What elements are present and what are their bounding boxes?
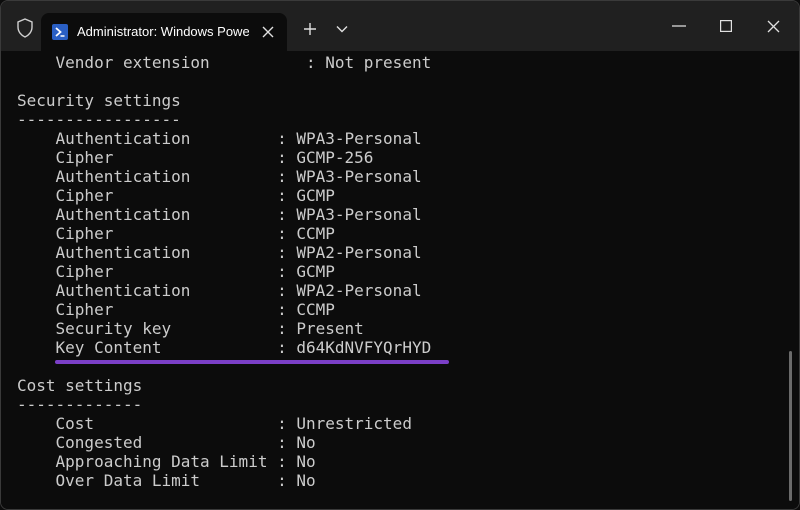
- minimize-icon: [672, 25, 686, 27]
- tab-title: Administrator: Windows PowerShell: [77, 24, 249, 39]
- terminal-line: Authentication : WPA3-Personal: [17, 167, 422, 186]
- terminal-line: Cipher : GCMP: [17, 262, 335, 281]
- scrollbar[interactable]: [789, 351, 792, 501]
- maximize-icon: [720, 20, 732, 32]
- terminal-window: Administrator: Windows PowerShell: [0, 0, 800, 510]
- shield-icon: [15, 18, 35, 38]
- terminal-line: Cost settings: [17, 376, 143, 395]
- terminal-line: Cipher : CCMP: [17, 300, 335, 319]
- terminal-line: Authentication : WPA2-Personal: [17, 243, 422, 262]
- terminal-line: Security key : Present: [17, 319, 364, 338]
- terminal-line: Approaching Data Limit : No: [17, 452, 316, 471]
- terminal-lines: Vendor extension : Not present Security s…: [17, 53, 431, 490]
- terminal-line: -----------------: [17, 110, 181, 129]
- close-icon[interactable]: [259, 23, 277, 41]
- close-icon: [767, 20, 779, 32]
- tab-dropdown-button[interactable]: [331, 18, 353, 40]
- maximize-button[interactable]: [706, 13, 746, 39]
- title-bar: Administrator: Windows PowerShell: [1, 1, 799, 51]
- terminal-line: Cipher : CCMP: [17, 224, 335, 243]
- terminal-line: Congested : No: [17, 433, 316, 452]
- close-button[interactable]: [753, 13, 793, 39]
- new-tab-button[interactable]: [299, 18, 321, 40]
- terminal-line: Authentication : WPA3-Personal: [17, 205, 422, 224]
- terminal-line: Vendor extension : Not present: [17, 53, 432, 72]
- terminal-line: Authentication : WPA2-Personal: [17, 281, 422, 300]
- powershell-icon: [52, 24, 68, 40]
- key-content-underline: [55, 360, 449, 364]
- terminal-line: Cost : Unrestricted: [17, 414, 412, 433]
- terminal-line: Cipher : GCMP: [17, 186, 335, 205]
- chevron-down-icon: [336, 26, 348, 33]
- terminal-line: Security settings: [17, 91, 181, 110]
- terminal-output[interactable]: Vendor extension : Not present Security s…: [1, 51, 799, 509]
- terminal-line: Over Data Limit : No: [17, 471, 316, 490]
- terminal-line: -------------: [17, 395, 143, 414]
- minimize-button[interactable]: [659, 13, 699, 39]
- key-content-line: Key Content : d64KdNVFYQrHYD: [17, 338, 432, 357]
- terminal-line: Cipher : GCMP-256: [17, 148, 374, 167]
- tab-powershell[interactable]: Administrator: Windows PowerShell: [41, 13, 287, 51]
- terminal-line: Authentication : WPA3-Personal: [17, 129, 422, 148]
- plus-icon: [304, 23, 316, 35]
